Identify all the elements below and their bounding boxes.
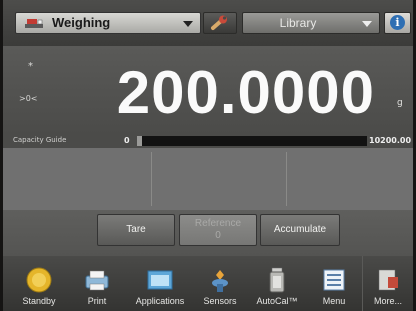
capacity-max: 10200.00 — [369, 136, 412, 145]
top-bar: Weighing Library i — [3, 0, 413, 46]
nav-sensors[interactable]: Sensors — [195, 256, 245, 311]
accumulate-button[interactable]: Accumulate — [260, 214, 340, 246]
library-select[interactable]: Library — [242, 12, 380, 34]
chevron-down-icon — [362, 21, 372, 27]
menu-icon — [323, 269, 345, 291]
capacity-bar — [137, 136, 367, 146]
library-select-label: Library — [279, 16, 317, 30]
nav-print[interactable]: Print — [69, 256, 125, 311]
info-icon: i — [390, 15, 405, 30]
nav-more-label: More... — [373, 296, 402, 306]
nav-sensors-label: Sensors — [203, 296, 237, 306]
wrench-icon — [211, 15, 227, 30]
info-field-2[interactable] — [152, 152, 287, 206]
info-fields — [3, 148, 413, 210]
nav-standby[interactable]: Standby — [9, 256, 69, 311]
capacity-guide-label: Capacity Guide — [13, 136, 67, 144]
nav-print-label: Print — [87, 296, 107, 306]
weight-display: * >0< 200.0000 g — [3, 46, 413, 134]
more-icon — [378, 269, 398, 291]
printer-icon — [85, 270, 109, 291]
reference-button[interactable]: Reference 0 — [179, 214, 257, 246]
reference-button-label: Reference — [194, 218, 242, 229]
scale-icon — [25, 19, 43, 28]
nav-standby-label: Standby — [22, 296, 56, 306]
sensors-icon — [212, 270, 228, 292]
tools-button[interactable] — [203, 12, 237, 34]
balance-screen: Weighing Library i * >0< 200.0000 g Capa… — [3, 0, 413, 311]
capacity-min: 0 — [124, 136, 130, 145]
capacity-guide: Capacity Guide 0 10200.00 — [3, 134, 413, 148]
applications-icon — [147, 270, 173, 290]
tare-button[interactable]: Tare — [97, 214, 175, 246]
nav-menu-label: Menu — [322, 296, 346, 306]
nav-autocal-label: AutoCal™ — [256, 296, 298, 306]
weight-unit: g — [397, 98, 403, 108]
info-field-1[interactable] — [11, 152, 152, 206]
nav-applications[interactable]: Applications — [128, 256, 192, 311]
bottom-nav: Standby Print Applications Sensors AutoC… — [3, 256, 413, 311]
application-select-label: Weighing — [52, 15, 111, 30]
chevron-down-icon — [183, 21, 193, 27]
center-of-zero-indicator: >0< — [19, 94, 38, 103]
nav-autocal[interactable]: AutoCal™ — [248, 256, 306, 311]
application-select[interactable]: Weighing — [15, 12, 201, 34]
weight-value: 200.0000 — [116, 59, 375, 126]
capacity-bar-fill — [137, 136, 142, 146]
stable-indicator: * — [28, 61, 33, 72]
info-field-3[interactable] — [287, 152, 411, 206]
nav-menu[interactable]: Menu — [309, 256, 359, 311]
action-bar: Tare Reference 0 Accumulate — [3, 210, 413, 256]
info-button[interactable]: i — [384, 12, 411, 34]
standby-icon — [26, 267, 52, 293]
nav-applications-label: Applications — [135, 296, 185, 306]
autocal-icon — [269, 267, 285, 293]
reference-button-value: 0 — [215, 230, 221, 241]
nav-more[interactable]: More... — [362, 256, 413, 311]
